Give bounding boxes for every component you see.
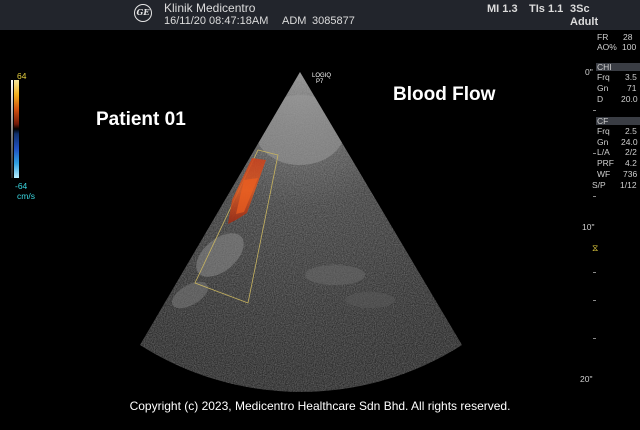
depth-tick xyxy=(593,300,596,301)
cf-header: CF xyxy=(597,116,609,126)
patient-label: Patient 01 xyxy=(96,109,186,130)
probe-label-2: P7 xyxy=(316,79,324,85)
depth-tick xyxy=(593,153,596,154)
depth-mid: 10" xyxy=(582,222,595,232)
param-value-ao: 100 xyxy=(622,42,637,52)
param-label-fr: FR xyxy=(597,32,609,42)
mode-label: Blood Flow xyxy=(393,84,496,105)
chi-header: CHI xyxy=(597,62,612,72)
chi-value-gn: 71 xyxy=(627,83,637,93)
velocity-min: -64 xyxy=(15,181,28,191)
cf-value-sp: 1/12 xyxy=(620,180,637,190)
param-label-ao: AO% xyxy=(597,42,617,52)
cf-value-wf: 736 xyxy=(623,169,638,179)
cf-label-prf: PRF xyxy=(597,158,614,168)
depth-tick xyxy=(593,338,596,339)
chi-label-gn: Gn xyxy=(597,83,609,93)
cf-value-gn: 24.0 xyxy=(621,137,638,147)
focus-marker-icon: ⧖ xyxy=(592,243,599,253)
chi-value-d: 20.0 xyxy=(621,94,638,104)
cf-value-prf: 4.2 xyxy=(625,158,637,168)
velocity-unit: cm/s xyxy=(17,191,35,201)
cf-label-frq: Frq xyxy=(597,126,610,136)
grayscale-bar xyxy=(11,80,13,178)
cf-value-frq: 2.5 xyxy=(625,126,637,136)
chi-label-d: D xyxy=(597,94,604,104)
depth-max: 20" xyxy=(580,374,593,384)
ultrasound-image: LOGIQ P7 xyxy=(140,72,462,392)
chi-value-frq: 3.5 xyxy=(625,72,637,82)
cf-label-sp: S/P xyxy=(592,180,606,190)
depth-tick xyxy=(593,196,596,197)
copyright-notice: Copyright (c) 2023, Medicentro Healthcar… xyxy=(129,399,511,413)
cf-label-wf: WF xyxy=(597,169,611,179)
depth-tick xyxy=(593,272,596,273)
velocity-color-bar xyxy=(14,80,19,178)
sector-scan xyxy=(140,72,462,392)
cf-label-la: L/A xyxy=(597,147,610,157)
depth-zero: 0" xyxy=(585,67,593,77)
cf-label-gn: Gn xyxy=(597,137,609,147)
depth-tick xyxy=(593,110,596,111)
cf-value-la: 2/2 xyxy=(625,147,637,157)
chi-label-frq: Frq xyxy=(597,72,610,82)
param-value-fr: 28 xyxy=(623,32,633,42)
